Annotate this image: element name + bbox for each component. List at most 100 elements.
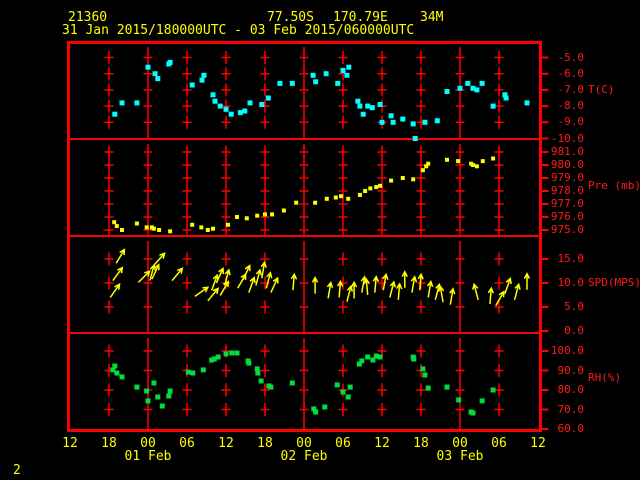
humidity-point — [246, 360, 252, 366]
pressure-ytick-label: 981.0 — [550, 145, 584, 158]
temperature-point — [242, 108, 248, 114]
humidity-ytick-label: 80.0 — [557, 383, 585, 396]
temperature-point — [212, 98, 218, 104]
humidity-point — [470, 410, 476, 416]
wind-arrow — [346, 284, 354, 302]
wind-ytick-label: 5.0 — [564, 300, 584, 313]
humidity-point — [144, 388, 150, 394]
humidity-point — [490, 387, 496, 393]
temperature-point — [247, 100, 253, 106]
humidity-point — [289, 380, 295, 386]
pressure-point — [426, 161, 431, 166]
wind-arrow — [410, 275, 418, 293]
humidity-point — [347, 384, 353, 390]
temperature-point — [210, 92, 216, 98]
humidity-point — [258, 378, 264, 384]
temperature-point — [289, 80, 295, 86]
humidity-point — [151, 380, 157, 386]
pressure-point — [114, 224, 119, 229]
temperature-point — [217, 103, 223, 109]
temperature-point — [119, 100, 125, 106]
temperature-point — [237, 110, 243, 116]
humidity-ytick-label: 60.0 — [557, 422, 585, 435]
pressure-point — [480, 159, 485, 164]
wind-arrow — [270, 276, 279, 293]
pressure-point — [378, 183, 383, 188]
pressure-point — [205, 228, 210, 232]
humidity-point — [185, 369, 191, 375]
humidity-point — [479, 398, 485, 404]
pressure-point — [211, 226, 215, 231]
x-axis-hour-label: 12 — [374, 436, 390, 451]
humidity-point — [119, 374, 125, 380]
wind-ytick-label: 10.0 — [557, 276, 585, 289]
pressure-point — [235, 215, 239, 219]
pressure-point — [368, 186, 373, 191]
pressure-point — [168, 229, 173, 234]
pressure-ytick-label: 975.0 — [550, 223, 584, 236]
temperature-point — [344, 72, 350, 78]
pressure-point — [471, 163, 475, 167]
humidity-point — [334, 382, 340, 388]
temperature-axis-title: T(C) — [588, 83, 615, 96]
temperature-point — [265, 95, 271, 101]
pressure-point — [281, 208, 286, 213]
pressure-point — [199, 225, 204, 230]
pressure-point — [445, 157, 449, 162]
temperature-point — [410, 121, 416, 127]
humidity-point — [215, 354, 221, 360]
humidity-point — [134, 384, 140, 390]
pressure-point — [151, 226, 156, 231]
wind-arrow — [363, 277, 370, 296]
humidity-point — [167, 388, 173, 394]
humidity-point — [268, 384, 274, 390]
pressure-point — [333, 195, 338, 200]
wind-arrow — [336, 279, 344, 298]
wind-arrow — [112, 266, 124, 282]
pressure-point — [420, 168, 425, 173]
x-axis-hour-label: 06 — [179, 436, 195, 451]
temperature-point — [365, 103, 371, 109]
temperature-point — [223, 106, 229, 112]
humidity-point — [359, 358, 365, 364]
humidity-point — [444, 384, 450, 390]
pressure-point — [374, 185, 379, 190]
pressure-point — [339, 194, 344, 199]
pressure-point — [346, 196, 351, 201]
temperature-point — [259, 102, 265, 107]
temperature-point — [379, 119, 385, 125]
humidity-point — [255, 370, 261, 376]
pressure-point — [270, 212, 275, 217]
temperature-point — [134, 100, 140, 106]
x-axis-hour-label: 06 — [335, 436, 351, 451]
humidity-point — [200, 367, 206, 373]
humidity-point — [345, 394, 351, 400]
temperature-point — [360, 111, 366, 117]
wind-arrow — [437, 284, 445, 303]
wind-arrow — [194, 286, 210, 298]
humidity-ytick-label: 90.0 — [557, 364, 585, 377]
humidity-point — [411, 356, 417, 362]
pressure-ytick-label: 978.0 — [550, 184, 584, 197]
wind-arrow — [109, 282, 121, 298]
wind-arrow — [504, 277, 512, 294]
x-axis-hour-label: 18 — [101, 436, 117, 451]
temperature-point — [199, 77, 205, 83]
temperature-point — [355, 98, 361, 104]
temperature-point — [474, 87, 480, 93]
pressure-point — [363, 189, 368, 193]
humidity-point — [229, 350, 235, 356]
wind-arrow — [487, 286, 495, 305]
wind-arrow — [389, 280, 396, 298]
temperature-point — [155, 76, 161, 82]
temperature-point — [434, 118, 440, 124]
wind-ytick-label: 15.0 — [557, 252, 585, 265]
temperature-point — [465, 80, 471, 86]
meteogram-screen: 21360 77.50S 170.79E 34M 31 Jan 2015/180… — [0, 0, 640, 480]
pressure-point — [357, 192, 362, 197]
humidity-point — [190, 370, 196, 376]
temperature-point — [388, 113, 394, 119]
temperature-point — [524, 100, 530, 106]
humidity-ytick-label: 100.0 — [550, 344, 584, 357]
pressure-point — [491, 156, 496, 161]
